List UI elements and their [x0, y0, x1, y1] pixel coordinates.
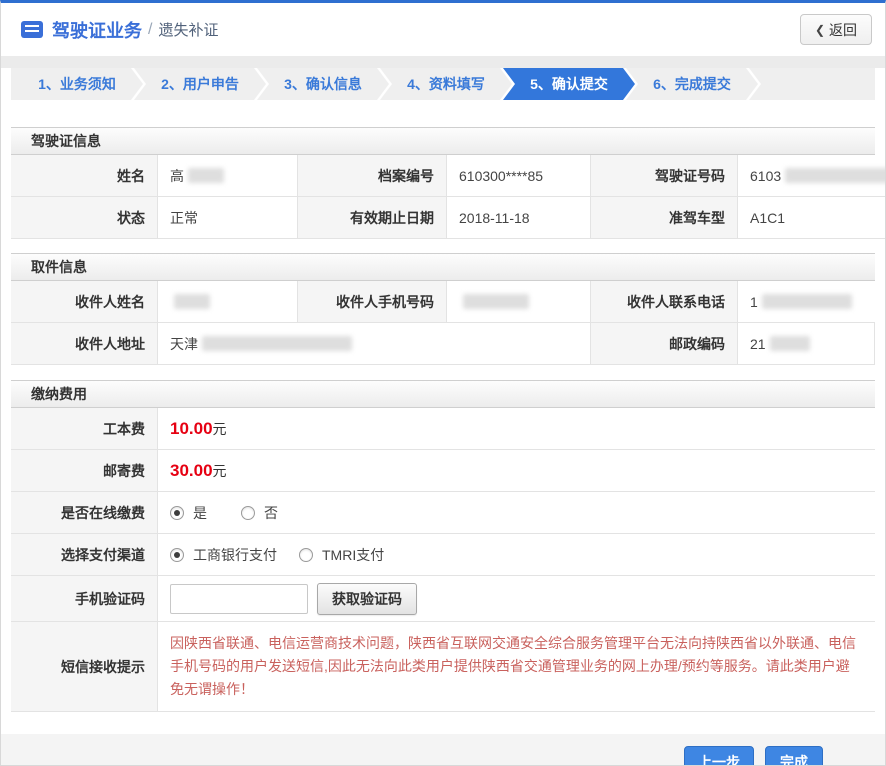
name-label: 姓名	[11, 155, 158, 197]
recipient-phone-value: 1	[738, 281, 875, 323]
payment-section: 缴纳费用 工本费 10.00元 邮寄费 30.00元 是否在线缴费 是	[11, 380, 875, 712]
name-value: 高	[158, 155, 298, 197]
page-title: 驾驶证业务	[52, 17, 142, 43]
previous-step-button[interactable]: 上一步	[684, 746, 754, 766]
status-label: 状态	[11, 197, 158, 239]
payment-channel-label: 选择支付渠道	[11, 534, 158, 576]
step-wizard: 1、业务须知 2、用户申告 3、确认信息 4、资料填写 5、确认提交 6、完成提…	[11, 68, 875, 100]
step-5-confirm-submit: 5、确认提交	[503, 68, 635, 100]
breadcrumb-separator: /	[148, 21, 152, 39]
postage-fee-unit: 元	[213, 461, 227, 481]
recipient-address-label: 收件人地址	[11, 323, 158, 365]
radio-channel-tmri[interactable]: TMRI支付	[299, 545, 384, 565]
radio-online-yes[interactable]: 是	[170, 503, 207, 523]
radio-icon	[241, 506, 255, 520]
step-2-user-declaration: 2、用户申告	[134, 68, 266, 100]
license-number-value: 6103	[738, 155, 886, 197]
back-chevron-icon: ❮	[815, 23, 825, 37]
page: 驾驶证业务 / 遗失补证 ❮ 返回 1、业务须知 2、用户申告 3、确认信息 4…	[0, 0, 886, 766]
expiry-date-value: 2018-11-18	[447, 197, 591, 239]
recipient-address-value: 天津	[158, 323, 591, 365]
redacted-value	[785, 168, 886, 183]
back-button[interactable]: ❮ 返回	[800, 14, 872, 45]
get-code-button[interactable]: 获取验证码	[317, 583, 417, 615]
pickup-info-section: 取件信息 收件人姓名 收件人手机号码 收件人联系电话 1 收件人地址 天津 邮政…	[11, 253, 875, 365]
verification-code-input[interactable]	[170, 584, 308, 614]
radio-icon	[170, 506, 184, 520]
license-section-title: 驾驶证信息	[11, 127, 875, 155]
verification-code-row: 手机验证码 获取验证码	[11, 576, 875, 622]
postage-fee-label: 邮寄费	[11, 450, 158, 492]
recipient-mobile-label: 收件人手机号码	[298, 281, 447, 323]
redacted-value	[188, 168, 224, 183]
redacted-value	[202, 336, 352, 351]
radio-icon	[170, 548, 184, 562]
footer-action-bar: 上一步 完成	[1, 734, 885, 766]
production-fee-row: 工本费 10.00元	[11, 408, 875, 450]
recipient-name-label: 收件人姓名	[11, 281, 158, 323]
radio-online-no[interactable]: 否	[241, 503, 278, 523]
production-fee-value: 10.00元	[158, 408, 875, 450]
step-1-business-notice: 1、业务须知	[11, 68, 143, 100]
status-value: 正常	[158, 197, 298, 239]
online-payment-row: 是否在线缴费 是 否	[11, 492, 875, 534]
production-fee-label: 工本费	[11, 408, 158, 450]
step-track-filler	[749, 68, 875, 100]
vehicle-class-value: A1C1	[738, 197, 886, 239]
radio-icon	[299, 548, 313, 562]
file-number-value: 610300****85	[447, 155, 591, 197]
recipient-mobile-value	[447, 281, 591, 323]
radio-channel-icbc[interactable]: 工商银行支付	[170, 545, 277, 565]
postal-code-value: 21	[738, 323, 875, 365]
top-bar: 驾驶证业务 / 遗失补证 ❮ 返回	[1, 3, 885, 56]
step-3-confirm-info: 3、确认信息	[257, 68, 389, 100]
postage-fee-amount: 30.00	[170, 461, 213, 481]
online-payment-label: 是否在线缴费	[11, 492, 158, 534]
sms-notice-row: 短信接收提示 因陕西省联通、电信运营商技术问题，陕西省互联网交通安全综合服务管理…	[11, 622, 875, 712]
vehicle-class-label: 准驾车型	[591, 197, 738, 239]
redacted-value	[762, 294, 852, 309]
production-fee-amount: 10.00	[170, 419, 213, 439]
back-button-label: 返回	[829, 20, 857, 40]
expiry-date-label: 有效期止日期	[298, 197, 447, 239]
redacted-value	[174, 294, 210, 309]
license-info-section: 驾驶证信息 姓名 高 档案编号 610300****85 驾驶证号码 6103 …	[11, 127, 875, 239]
verification-code-label: 手机验证码	[11, 576, 158, 622]
recipient-name-value	[158, 281, 298, 323]
finish-button[interactable]: 完成	[765, 746, 823, 766]
sms-notice-text: 因陕西省联通、电信运营商技术问题，陕西省互联网交通安全综合服务管理平台无法向持陕…	[170, 632, 861, 701]
step-4-fill-data: 4、资料填写	[380, 68, 512, 100]
payment-channel-row: 选择支付渠道 工商银行支付 TMRI支付	[11, 534, 875, 576]
license-number-label: 驾驶证号码	[591, 155, 738, 197]
breadcrumb-current: 遗失补证	[158, 19, 218, 40]
sms-notice-label: 短信接收提示	[11, 622, 158, 712]
payment-section-title: 缴纳费用	[11, 380, 875, 408]
file-number-label: 档案编号	[298, 155, 447, 197]
postal-code-label: 邮政编码	[591, 323, 738, 365]
form-list-icon	[21, 21, 43, 38]
postage-fee-row: 邮寄费 30.00元	[11, 450, 875, 492]
step-6-finish-submit: 6、完成提交	[626, 68, 758, 100]
postage-fee-value: 30.00元	[158, 450, 875, 492]
redacted-value	[463, 294, 529, 309]
redacted-value	[770, 336, 810, 351]
production-fee-unit: 元	[213, 419, 227, 439]
recipient-phone-label: 收件人联系电话	[591, 281, 738, 323]
divider-strip	[1, 56, 885, 68]
pickup-section-title: 取件信息	[11, 253, 875, 281]
